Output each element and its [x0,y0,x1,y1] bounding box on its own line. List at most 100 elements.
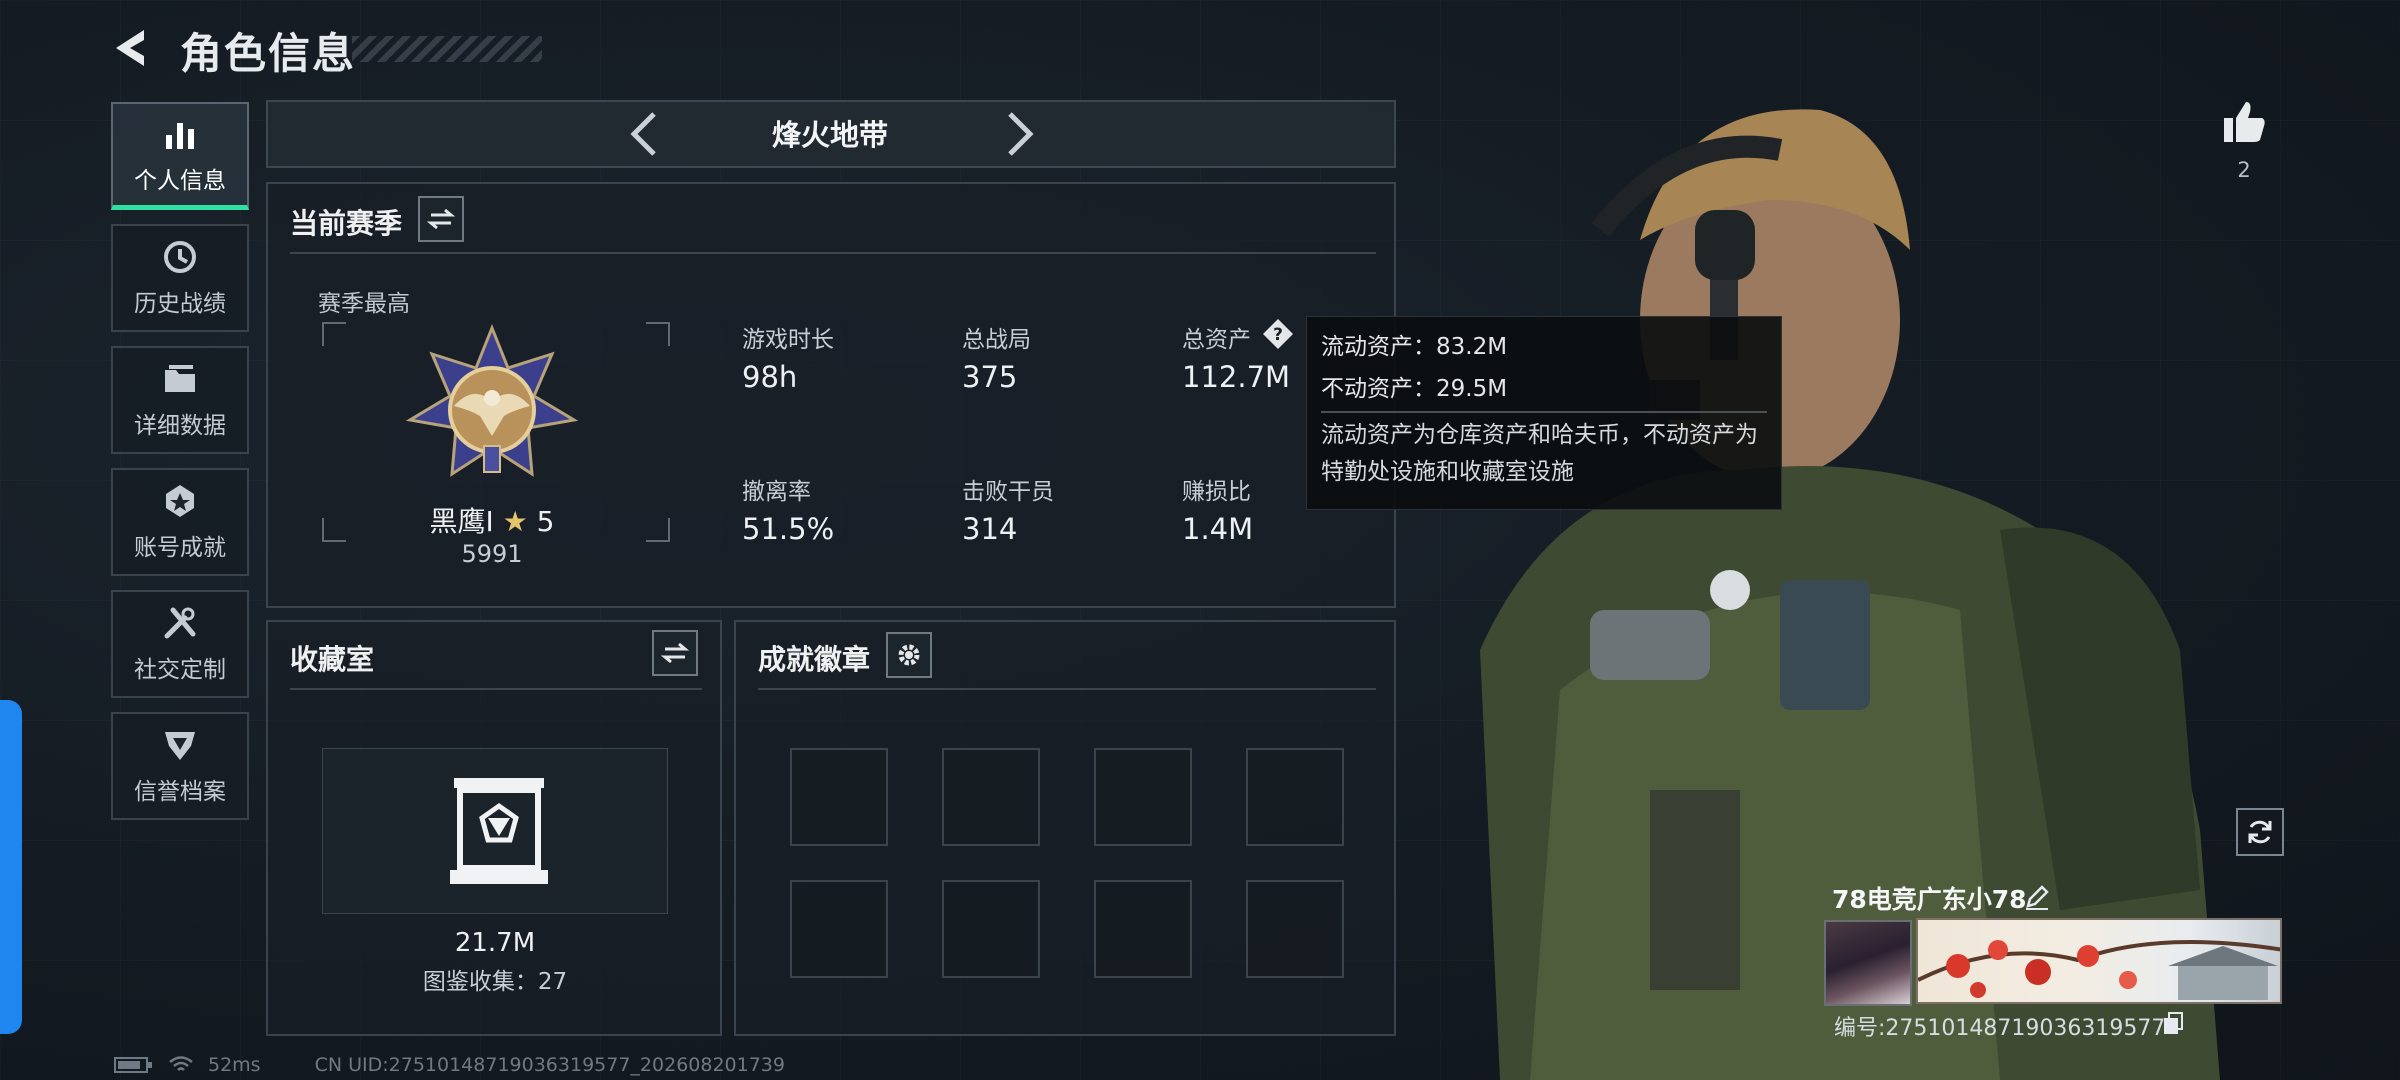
collection-value: 21.7M [454,928,536,958]
sidebar-item-details[interactable]: 详细数据 [111,346,249,454]
rank-emblem [404,323,580,494]
tooltip-divider [1321,411,1767,413]
season-title: 当前赛季 [290,207,403,240]
thumbs-up-icon [2224,102,2265,142]
mode-next-button[interactable] [996,108,1040,160]
stat-label-matches: 总战局 [962,327,1031,353]
badge-slot[interactable] [942,880,1040,978]
badge-slot[interactable] [1246,880,1344,978]
badge-slot[interactable] [942,748,1040,846]
stat-value-matches: 375 [962,360,1018,394]
help-diamond-icon: ? [1263,319,1293,349]
stat-value-profit-ratio: 1.4M [1182,512,1254,546]
uid-text: CN UID:2751014871903631957​7_20260820173… [314,1054,785,1076]
tooltip-description: 流动资产为仓库资产和哈夫币，不动资产为特勤处设施和收藏室设施 [1321,422,1758,485]
copy-icon [2164,1012,2183,1034]
avatar[interactable] [1824,920,1912,1006]
frame-corner [322,322,346,346]
stat-value-playtime: 98h [742,360,798,394]
sidebar-item-label: 历史战绩 [134,291,226,317]
history-clock-icon [164,241,196,273]
frame-corner [646,518,670,542]
refresh-icon [2248,820,2272,844]
badge-slot[interactable] [1246,748,1344,846]
credit-emblem-icon [165,732,195,760]
copy-id-button[interactable] [2162,1012,2184,1036]
chevron-left-icon [630,112,656,156]
badges-title: 成就徽章 [758,643,871,676]
gear-icon [898,644,920,666]
tools-icon [164,607,196,639]
like-count: 2 [2237,158,2251,182]
sidebar-item-profile[interactable]: 个人信息 [111,102,249,210]
badges-settings-button[interactable] [886,632,932,678]
badge-slot[interactable] [1094,748,1192,846]
tooltip-liquid-assets: 流动资产：83.2M [1321,334,1508,360]
collection-count: 图鉴收集：27 [422,969,568,995]
mode-prev-button[interactable] [624,108,668,160]
like-button[interactable] [2220,98,2268,146]
divider [758,688,1376,690]
sidebar-item-label: 社交定制 [134,657,226,683]
player-id: 编号:2751014871903631957​7 [1834,1010,2165,1042]
rank-stars: 5 [536,505,555,538]
mode-title: 烽火地带 [771,118,888,152]
season-switch-button[interactable] [418,196,464,242]
stat-label-kills: 击败干员 [962,479,1054,505]
rank-score: 5991 [461,540,523,568]
chevron-right-icon [1008,112,1034,156]
profile-banner[interactable] [1916,918,2282,1004]
swap-icon [661,642,689,664]
status-bar: 52ms CN UID:2751014871903631957​7_202608… [114,1054,785,1076]
asset-help-button[interactable]: ? [1262,318,1294,350]
wifi-icon [169,1056,193,1071]
sidebar-item-social[interactable]: 社交定制 [111,590,249,698]
sidebar-item-achievements[interactable]: 账号成就 [111,468,249,576]
player-id-text: 编号:2751014871903631957​7 [1834,1016,2166,1041]
collection-title: 收藏室 [290,643,375,676]
pencil-icon [2026,885,2049,910]
frame-corner [646,322,670,346]
collection-case-icon [446,776,552,888]
star-icon: ★ [502,505,528,538]
stat-label-playtime: 游戏时长 [742,327,834,353]
player-name: 78电竞广东小78 [1832,880,2027,916]
page-title: 角色信息 [180,29,357,78]
swap-icon [427,208,455,230]
sidebar-item-label: 账号成就 [134,535,226,561]
bar-chart-icon [166,122,194,149]
achievement-icon [166,485,194,517]
season-best-label: 赛季最高 [318,291,410,317]
collection-switch-button[interactable] [652,630,698,676]
folder-icon [165,365,195,392]
stat-value-total-assets: 112.7M [1182,360,1291,394]
sidebar-item-credit[interactable]: 信誉档案 [111,712,249,820]
side-drawer-tab[interactable] [0,700,22,1034]
divider [290,252,1376,254]
ping-value: 52ms [208,1054,261,1076]
back-button[interactable] [108,24,156,72]
sidebar-item-label: 信誉档案 [134,779,226,805]
title-decoration [352,36,542,62]
asset-tooltip: 流动资产：83.2M 不动资产：29.5M 流动资产为仓库资产和哈夫币，不动资产… [1306,316,1782,510]
edit-name-button[interactable] [2024,884,2050,910]
badge-slot[interactable] [1094,880,1192,978]
badge-slot[interactable] [790,748,888,846]
sidebar-item-label: 个人信息 [134,167,226,194]
stat-value-kills: 314 [962,512,1018,546]
sidebar-item-history[interactable]: 历史战绩 [111,224,249,332]
back-arrow-icon [116,30,144,66]
refresh-button[interactable] [2236,808,2284,856]
stat-label-extract-rate: 撤离率 [742,479,811,505]
stat-value-extract-rate: 51.5% [742,512,835,546]
stat-label-profit-ratio: 赚损比 [1182,479,1251,505]
player-name-text: 78电竞广东小78 [1832,885,2027,914]
rank-name-text: 黑鹰I [429,505,494,538]
divider [290,688,702,690]
stat-label-total-assets: 总资产 [1182,327,1251,353]
svg-text:?: ? [1273,325,1283,345]
frame-corner [322,518,346,542]
battery-icon [114,1057,152,1073]
sidebar-item-label: 详细数据 [134,413,226,439]
badge-slot[interactable] [790,880,888,978]
